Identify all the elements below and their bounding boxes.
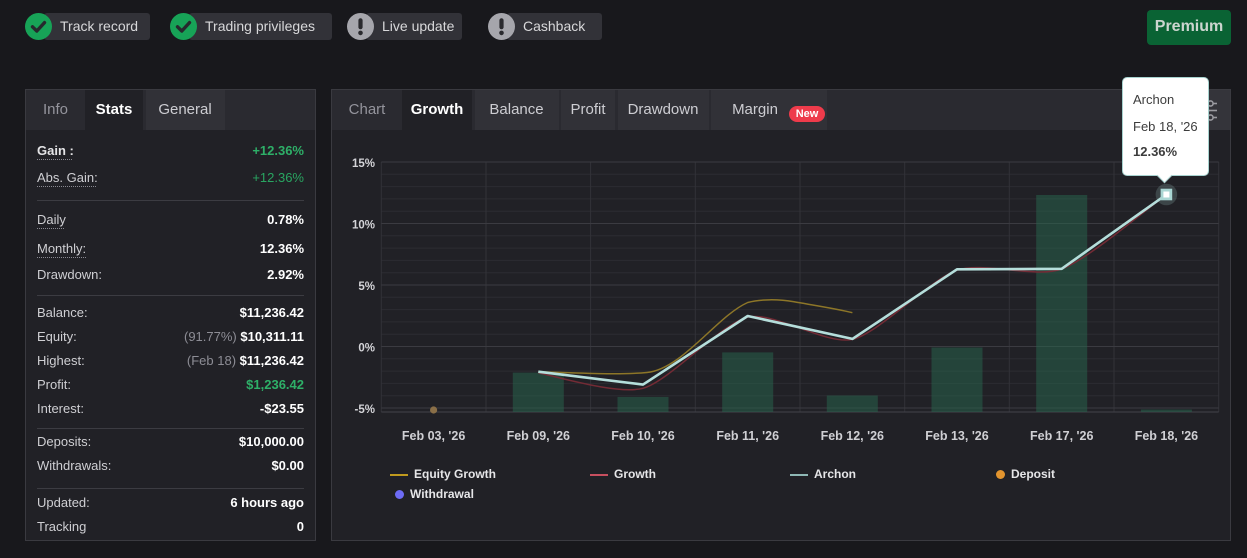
svg-text:15%: 15% [352, 158, 375, 170]
svg-text:Feb 13, '26: Feb 13, '26 [925, 429, 988, 443]
svg-text:-5%: -5% [355, 404, 375, 416]
svg-text:0%: 0% [358, 343, 375, 355]
svg-text:5%: 5% [358, 281, 375, 293]
svg-text:Feb 10, '26: Feb 10, '26 [611, 429, 674, 443]
svg-text:Feb 09, '26: Feb 09, '26 [507, 429, 570, 443]
svg-text:Feb 12, '26: Feb 12, '26 [821, 429, 884, 443]
svg-text:Feb 03, '26: Feb 03, '26 [402, 429, 465, 443]
svg-text:Feb 17, '26: Feb 17, '26 [1030, 429, 1093, 443]
svg-text:Feb 18, '26: Feb 18, '26 [1135, 429, 1198, 443]
svg-text:10%: 10% [352, 220, 375, 232]
svg-text:Feb 11, '26: Feb 11, '26 [716, 429, 779, 443]
